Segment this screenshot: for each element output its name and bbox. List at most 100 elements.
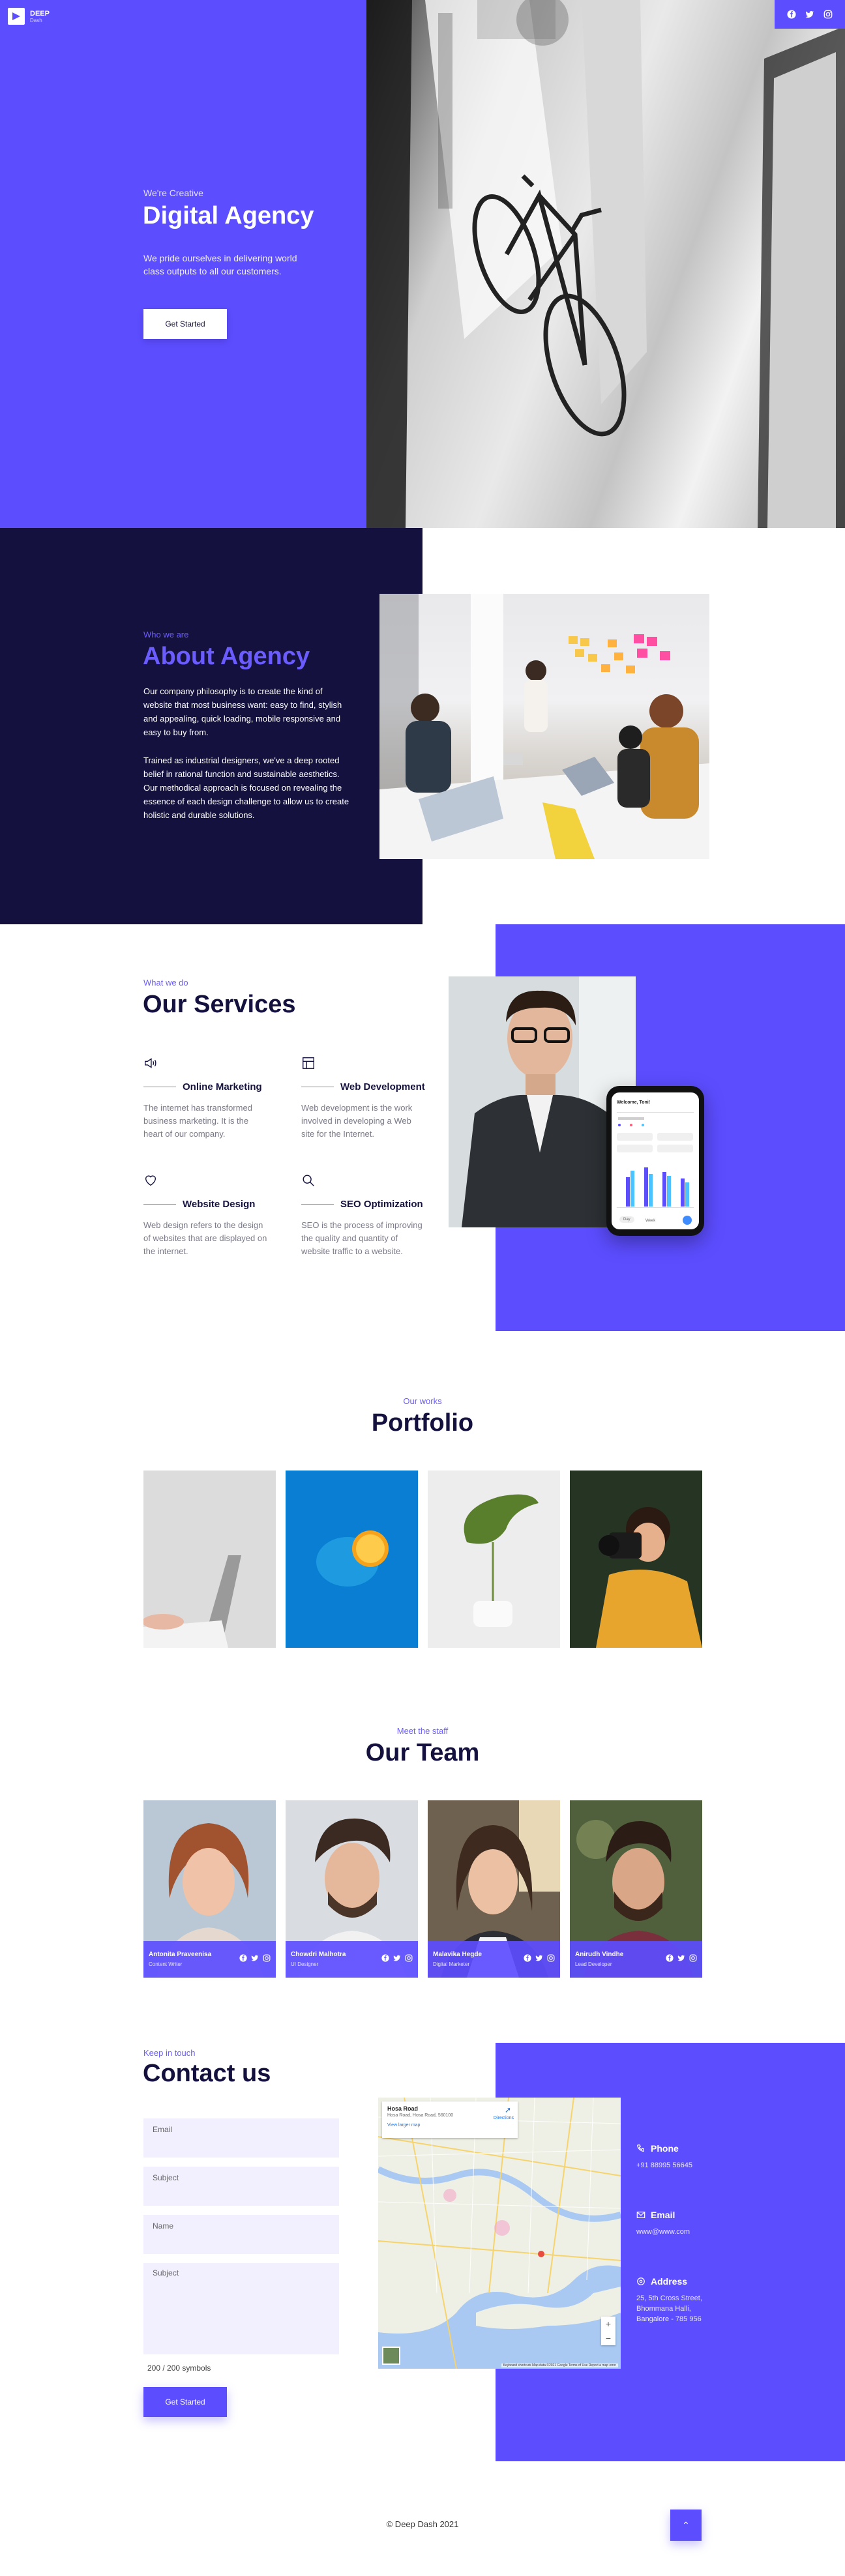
team-card[interactable]: Chowdri Malhotra UI Designer <box>286 1800 418 1978</box>
zoom-in-button[interactable]: + <box>601 2317 615 2331</box>
submit-button[interactable]: Get Started <box>143 2387 227 2417</box>
satellite-toggle[interactable] <box>382 2347 400 2365</box>
team-title: Our Team <box>365 1739 480 1766</box>
service-name: Online Marketing <box>183 1081 262 1092</box>
facebook-icon[interactable] <box>524 1954 531 1962</box>
contact-title: Contact us <box>143 2060 271 2087</box>
team-card[interactable]: Anirudh Vindhe Lead Developer <box>570 1800 702 1978</box>
facebook-icon[interactable] <box>239 1954 247 1962</box>
team-kicker: Meet the staff <box>396 1726 449 1736</box>
team-member-role: Content Writer <box>149 1961 183 1967</box>
services-kicker: What we do <box>143 978 188 988</box>
twitter-icon[interactable] <box>393 1954 401 1962</box>
service-seo-optimization: SEO Optimization SEO is the process of i… <box>301 1173 432 1258</box>
contact-email-label: Email <box>651 2210 675 2220</box>
page: DEEP Dash We're Creative Digital Agency … <box>0 0 845 2576</box>
heart-icon <box>145 1175 156 1186</box>
service-description: The internet has transformed business ma… <box>143 1103 252 1139</box>
portfolio-title: Portfolio <box>371 1409 474 1437</box>
team-card[interactable]: Malavika Hegde Digital Marketer <box>428 1800 560 1978</box>
zoom-out-button[interactable]: − <box>601 2331 615 2345</box>
divider <box>143 1204 176 1205</box>
contact-kicker: Keep in touch <box>143 2048 196 2058</box>
search-icon <box>303 1175 314 1186</box>
portfolio-kicker: Our works <box>403 1396 442 1406</box>
hero-title: Digital Agency <box>143 202 314 229</box>
team-social <box>524 1954 555 1962</box>
about-title: About Agency <box>143 643 310 670</box>
hero-kicker: We're Creative <box>143 188 203 198</box>
megaphone-icon <box>145 1058 156 1068</box>
contact-phone-label: Phone <box>651 2143 679 2154</box>
instagram-icon[interactable] <box>689 1954 697 1962</box>
service-description: Web design refers to the design of websi… <box>143 1220 267 1256</box>
map-attribution: Keyboard shortcuts Map data ©2021 Google… <box>501 2364 618 2367</box>
contact-phone-value[interactable]: +91 88995 56645 <box>636 2160 721 2171</box>
facebook-icon[interactable] <box>381 1954 389 1962</box>
brand-name: DEEP <box>30 9 50 18</box>
map-zoom-control: + − <box>601 2317 615 2345</box>
instagram-icon[interactable] <box>263 1954 271 1962</box>
about-paragraph-1: Our company philosophy is to create the … <box>143 686 342 737</box>
phone-tab-week: Week <box>645 1219 656 1223</box>
team-member-role: UI Designer <box>291 1961 319 1967</box>
scroll-to-top-button[interactable]: ⌃ <box>670 2510 702 2541</box>
contact-phone: Phone +91 88995 56645 <box>636 2143 721 2171</box>
name-field[interactable] <box>143 2215 339 2254</box>
hero-subtitle: We pride ourselves in delivering world c… <box>143 253 297 276</box>
twitter-icon[interactable] <box>805 10 814 19</box>
view-larger-map-link[interactable]: View larger map <box>387 2123 512 2128</box>
location-icon <box>637 2277 645 2285</box>
team-card[interactable]: Antonita Praveenisa Content Writer <box>143 1800 276 1978</box>
symbol-counter: 200 / 200 symbols <box>147 2364 211 2373</box>
about-kicker: Who we are <box>143 630 189 639</box>
team-social <box>239 1954 271 1962</box>
layout-icon <box>303 1057 314 1069</box>
instagram-icon[interactable] <box>405 1954 413 1962</box>
map-place-title: Hosa Road <box>387 2105 419 2112</box>
instagram-icon[interactable] <box>547 1954 555 1962</box>
twitter-icon[interactable] <box>251 1954 259 1962</box>
team-member-role: Digital Marketer <box>433 1961 470 1967</box>
email-field[interactable] <box>143 2118 339 2158</box>
logo-icon <box>8 8 25 25</box>
team-member-name: Chowdri Malhotra <box>291 1951 346 1958</box>
team-member-name: Antonita Praveenisa <box>149 1951 212 1958</box>
service-name: SEO Optimization <box>340 1199 423 1210</box>
phone-tab-day: Day <box>619 1216 634 1223</box>
get-started-button[interactable]: Get Started <box>143 309 227 339</box>
subject-field[interactable] <box>143 2167 339 2206</box>
team-member-name: Malavika Hegde <box>433 1951 482 1958</box>
services-title: Our Services <box>143 991 296 1018</box>
directions-link[interactable]: Directions <box>494 2116 514 2120</box>
service-description: SEO is the process of improving the qual… <box>301 1220 422 1256</box>
contact-email-value[interactable]: www@www.com <box>636 2227 721 2237</box>
phone-icon <box>637 2144 644 2152</box>
portfolio-item-camera[interactable] <box>570 1471 702 1648</box>
service-web-development: Web Development Web development is the w… <box>301 1056 432 1141</box>
contact-address: Address 25, 5th Cross Street, Bhommana H… <box>636 2276 721 2324</box>
facebook-icon[interactable] <box>787 10 796 19</box>
twitter-icon[interactable] <box>535 1954 543 1962</box>
map-embed[interactable]: Hosa Road Hosa Road, Hosa Road, 560100 V… <box>378 2098 621 2369</box>
contact-address-label: Address <box>651 2276 688 2287</box>
service-name: Web Development <box>340 1081 425 1092</box>
phone-screen: Welcome, Toni! Day Week <box>612 1092 699 1229</box>
about-section: Who we are About Agency Our company phil… <box>0 528 845 924</box>
team-member-name: Anirudh Vindhe <box>575 1951 624 1958</box>
service-website-design: Website Design Web design refers to the … <box>143 1173 274 1258</box>
map-info-card: Hosa Road Hosa Road, Hosa Road, 560100 V… <box>382 2101 518 2138</box>
portfolio-item-orange[interactable] <box>286 1471 418 1648</box>
twitter-icon[interactable] <box>677 1954 685 1962</box>
team-social <box>381 1954 413 1962</box>
contact-address-value: 25, 5th Cross Street, Bhommana Halli, Ba… <box>636 2294 702 2323</box>
hero-section: DEEP Dash We're Creative Digital Agency … <box>0 0 845 528</box>
portfolio-item-laptop[interactable] <box>143 1471 276 1648</box>
directions-icon[interactable]: ➚ <box>505 2105 511 2115</box>
brand-sub: Dash <box>30 17 42 23</box>
brand-logo[interactable]: DEEP Dash <box>8 8 50 25</box>
instagram-icon[interactable] <box>823 10 833 19</box>
portfolio-item-plant[interactable] <box>428 1471 560 1648</box>
facebook-icon[interactable] <box>666 1954 674 1962</box>
message-field[interactable] <box>143 2263 339 2354</box>
